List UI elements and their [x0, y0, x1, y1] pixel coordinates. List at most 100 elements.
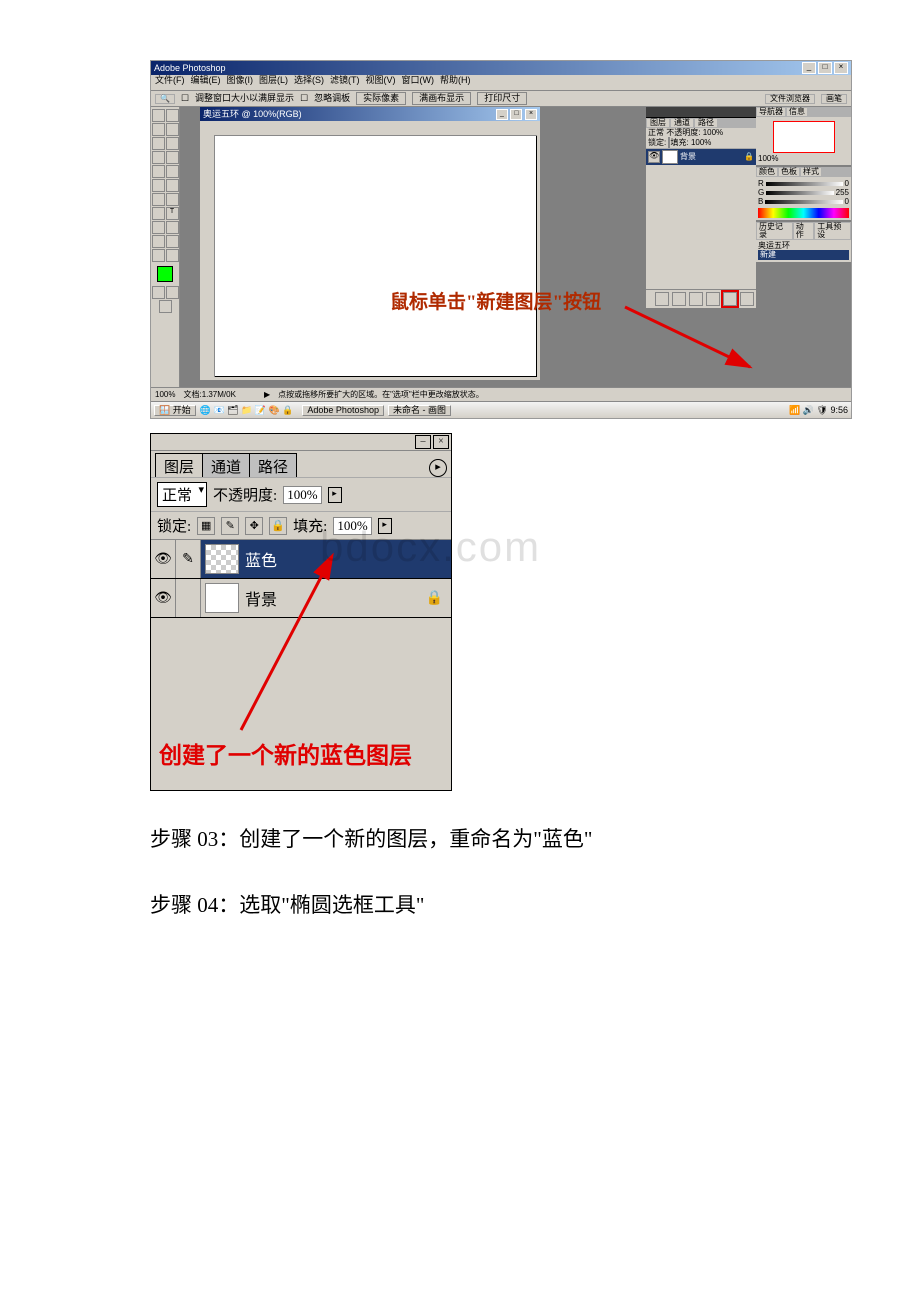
menu-layer[interactable]: 图层(L) — [259, 76, 288, 89]
tray-icons[interactable]: 📶 🔊 🛡 — [789, 405, 828, 415]
layer-style-button[interactable] — [655, 292, 669, 306]
dodge-tool[interactable] — [166, 193, 179, 206]
opacity-value[interactable]: 100% — [283, 486, 321, 504]
menu-image[interactable]: 图像(I) — [227, 76, 254, 89]
fill-value[interactable]: 100% — [691, 138, 711, 147]
hand-tool[interactable] — [152, 249, 165, 262]
visibility-icon[interactable]: 👁 — [151, 540, 176, 578]
r-slider[interactable] — [766, 182, 843, 186]
notes-tool[interactable] — [152, 235, 165, 248]
tab-swatches[interactable]: 色板 — [779, 168, 799, 176]
blend-mode-dropdown[interactable]: 正常 — [648, 128, 664, 137]
taskbar-app-photoshop[interactable]: Adobe Photoshop — [302, 405, 384, 416]
btn-actual-pixels[interactable]: 实际像素 — [356, 92, 406, 105]
menu-edit[interactable]: 编辑(E) — [191, 76, 221, 89]
status-zoom[interactable]: 100% — [155, 391, 175, 399]
panel-minimize[interactable]: – — [415, 435, 431, 449]
path-tool[interactable] — [152, 207, 165, 220]
zoom-tool-icon[interactable]: 🔍 — [155, 94, 175, 104]
delete-layer-button[interactable] — [740, 292, 754, 306]
layer-name-bg[interactable]: 背景 — [243, 586, 277, 610]
zoom-tool[interactable] — [166, 249, 179, 262]
crop-tool[interactable] — [152, 137, 165, 150]
menu-select[interactable]: 选择(S) — [294, 76, 324, 89]
tab-info[interactable]: 信息 — [787, 108, 807, 116]
quicklaunch[interactable]: 🌐 📧 🗂 📁 📝 🎨 🔒 — [200, 406, 299, 415]
menu-filter[interactable]: 滤镜(T) — [330, 76, 360, 89]
lasso-tool[interactable] — [152, 123, 165, 136]
shape-tool[interactable] — [166, 221, 179, 234]
opacity-value[interactable]: 100% — [703, 128, 723, 137]
tab-actions[interactable]: 动作 — [794, 223, 813, 239]
type-tool[interactable]: T — [166, 207, 179, 220]
wand-tool[interactable] — [166, 123, 179, 136]
r-value[interactable]: 0 — [845, 180, 849, 188]
lock-paint-icon[interactable]: ✎ — [221, 517, 239, 535]
link-cell[interactable] — [176, 579, 201, 617]
tab-history[interactable]: 历史记录 — [757, 223, 792, 239]
lock-transparency-icon[interactable]: ▦ — [197, 517, 215, 535]
hue-strip[interactable] — [758, 208, 849, 218]
navigator-zoom[interactable]: 100% — [758, 154, 778, 163]
start-button[interactable]: 🪟 开始 — [154, 405, 196, 416]
tab-layers[interactable]: 图层 — [647, 119, 669, 127]
opt-resize[interactable]: 调整窗口大小以满屏显示 — [195, 94, 294, 103]
panel-close[interactable]: × — [433, 435, 449, 449]
new-layer-button[interactable] — [723, 292, 737, 306]
brushes-tab[interactable]: 画笔 — [821, 94, 847, 104]
history-item-new[interactable]: 新建 — [758, 250, 849, 260]
blend-mode-dropdown[interactable]: 正常 — [157, 482, 207, 507]
menu-file[interactable]: 文件(F) — [155, 76, 185, 89]
doc-maximize[interactable]: □ — [510, 109, 522, 120]
foreground-color-swatch[interactable] — [157, 266, 173, 282]
tab-styles[interactable]: 样式 — [801, 168, 821, 176]
tab-channels[interactable]: 通道 — [671, 119, 693, 127]
doc-minimize[interactable]: _ — [496, 109, 508, 120]
stamp-tool[interactable] — [152, 165, 165, 178]
b-slider[interactable] — [765, 200, 842, 204]
menu-view[interactable]: 视图(V) — [366, 76, 396, 89]
navigator-thumb[interactable] — [773, 121, 835, 153]
opt-ignore[interactable]: 忽略调板 — [314, 94, 350, 103]
tab-color[interactable]: 颜色 — [757, 168, 777, 176]
blur-tool[interactable] — [152, 193, 165, 206]
panel-menu-button[interactable]: ▸ — [429, 459, 447, 477]
minimize-button[interactable]: _ — [802, 62, 816, 74]
heal-tool[interactable] — [152, 151, 165, 164]
btn-print-size[interactable]: 打印尺寸 — [477, 92, 527, 105]
canvas[interactable] — [214, 135, 537, 377]
tab-tool-presets[interactable]: 工具预设 — [815, 223, 850, 239]
opacity-stepper[interactable]: ▸ — [328, 487, 342, 503]
pen-tool[interactable] — [152, 221, 165, 234]
lock-all-icon[interactable]: 🔒 — [269, 517, 287, 535]
history-brush-tool[interactable] — [166, 165, 179, 178]
g-value[interactable]: 255 — [836, 189, 849, 197]
screen-mode-full[interactable] — [166, 286, 179, 299]
tab-paths[interactable]: 路径 — [249, 453, 297, 477]
maximize-button[interactable]: □ — [818, 62, 832, 74]
layer-row-background[interactable]: 👁 背景 🔒 — [646, 148, 756, 165]
file-browser-tab[interactable]: 文件浏览器 — [765, 94, 815, 104]
jump-to-imageready[interactable] — [159, 300, 172, 313]
slice-tool[interactable] — [166, 137, 179, 150]
eraser-tool[interactable] — [152, 179, 165, 192]
taskbar-app-paint[interactable]: 未命名 - 画图 — [388, 405, 451, 416]
doc-close[interactable]: × — [525, 109, 537, 120]
visibility-icon[interactable]: 👁 — [648, 151, 660, 163]
layer-folder-button[interactable] — [689, 292, 703, 306]
adjustment-layer-button[interactable] — [706, 292, 720, 306]
close-button[interactable]: × — [834, 62, 848, 74]
tab-navigator[interactable]: 导航器 — [757, 108, 785, 116]
layer-mask-button[interactable] — [672, 292, 686, 306]
history-item-doc[interactable]: 奥运五环 — [758, 242, 849, 250]
layer-row-blue[interactable]: 👁 ✎ 蓝色 — [151, 540, 451, 579]
layer-name-blue[interactable]: 蓝色 — [243, 547, 277, 571]
menu-window[interactable]: 窗口(W) — [402, 76, 435, 89]
b-value[interactable]: 0 — [845, 198, 849, 206]
link-icon[interactable]: ✎ — [176, 540, 201, 578]
fill-stepper[interactable]: ▸ — [378, 518, 392, 534]
layer-row-background[interactable]: 👁 背景 🔒 — [151, 579, 451, 618]
visibility-icon[interactable]: 👁 — [151, 579, 176, 617]
gradient-tool[interactable] — [166, 179, 179, 192]
move-tool[interactable] — [166, 109, 179, 122]
